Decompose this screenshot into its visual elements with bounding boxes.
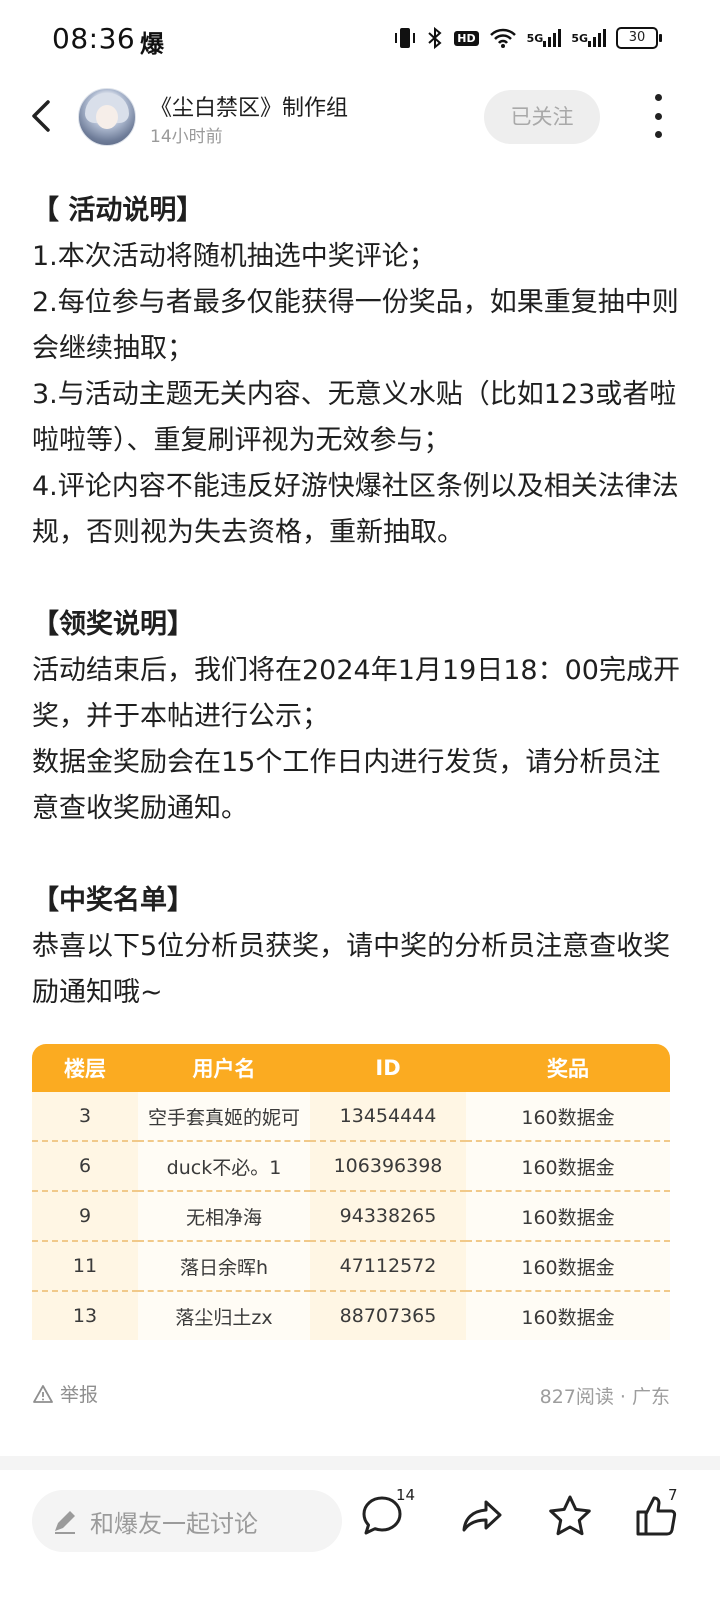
cell-id: 47112572 [310,1242,466,1292]
post-content: 【 活动说明】 1.本次活动将随机抽选中奖评论； 2.每位参与者最多仅能获得一份… [32,188,682,1016]
status-time: 08:36 [52,22,136,55]
warning-triangle-icon [33,1384,53,1403]
like-button[interactable]: 7 [632,1486,688,1548]
col-header-prize: 奖品 [466,1044,670,1092]
post-time: 14小时前 [150,127,223,147]
cell-floor: 6 [32,1142,138,1192]
comment-placeholder: 和爆友一起讨论 [90,1509,258,1538]
battery-icon: 30 [616,27,662,49]
cell-username: 落日余晖h [138,1242,310,1292]
star-icon [549,1495,591,1536]
col-header-id: ID [310,1044,466,1092]
wifi-icon [489,27,517,49]
author-name[interactable]: 《尘白禁区》制作组 [150,90,348,122]
cell-prize: 160数据金 [466,1192,670,1242]
hd-icon: HD [454,30,479,46]
cell-prize: 160数据金 [466,1242,670,1292]
cell-username: 落尘归土zx [138,1292,310,1340]
cell-id: 13454444 [310,1092,466,1142]
avatar-face [96,105,118,129]
post-meta: 827阅读 · 广东 [539,1386,670,1408]
activity-title: 【 活动说明】 [32,195,204,226]
signal-5g-icon-2: 5G [571,28,606,47]
cell-id: 94338265 [310,1192,466,1242]
cell-floor: 11 [32,1242,138,1292]
cell-username: duck不必。1 [138,1142,310,1192]
table-row: 13 落尘归土zx 88707365 160数据金 [32,1292,670,1340]
like-count: 7 [668,1486,678,1504]
cell-floor: 3 [32,1092,138,1142]
network-label: 5G [571,31,588,45]
comment-count: 14 [396,1486,416,1504]
claim-title: 【领奖说明】 [32,609,194,640]
comment-input[interactable]: 和爆友一起讨论 [32,1490,342,1552]
status-bar: 08:36 爆 HD 5G 5G 30 [0,0,720,80]
winners-table: 楼层 用户名 ID 奖品 3 空手套真姬的妮可 13454444 160数据金 … [32,1044,670,1340]
table-row: 9 无相净海 94338265 160数据金 [32,1192,670,1242]
section-divider [0,1456,720,1470]
post-header: 《尘白禁区》制作组 14小时前 已关注 [0,80,720,160]
bluetooth-icon [426,26,444,50]
table-row: 11 落日余晖h 47112572 160数据金 [32,1242,670,1292]
cell-floor: 9 [32,1192,138,1242]
table-header-row: 楼层 用户名 ID 奖品 [32,1044,670,1092]
cell-username: 空手套真姬的妮可 [138,1092,310,1142]
col-header-floor: 楼层 [32,1044,138,1092]
back-arrow-icon [32,100,50,132]
cell-floor: 13 [32,1292,138,1340]
activity-rule: 2.每位参与者最多仅能获得一份奖品，如果重复抽中则会继续抽取； [32,287,679,364]
activity-rule: 3.与活动主题无关内容、无意义水贴（比如123或者啦啦啦等）、重复刷评视为无效参… [32,379,677,456]
share-icon [462,1500,502,1532]
back-button[interactable] [26,96,60,136]
bottom-action-bar: 和爆友一起讨论 14 7 [0,1470,720,1608]
report-button[interactable]: 举报 [32,1380,98,1407]
claim-line: 活动结束后，我们将在2024年1月19日18：00完成开奖，并于本帖进行公示； [32,655,680,732]
table-row: 3 空手套真姬的妮可 13454444 160数据金 [32,1092,670,1142]
winners-title: 【中奖名单】 [32,885,194,916]
col-header-username: 用户名 [138,1044,310,1092]
hot-icon: 爆 [140,30,164,58]
more-vertical-icon[interactable] [646,94,670,138]
cell-prize: 160数据金 [466,1142,670,1192]
comment-button[interactable]: 14 [358,1486,415,1548]
share-button[interactable] [458,1492,514,1548]
winners-intro: 恭喜以下5位分析员获奖，请中奖的分析员注意查收奖励通知哦~ [32,931,671,1008]
cell-username: 无相净海 [138,1192,310,1242]
claim-line: 数据金奖励会在15个工作日内进行发货，请分析员注意查收奖励通知。 [32,747,661,824]
cell-prize: 160数据金 [466,1092,670,1142]
vibrate-icon [394,26,416,50]
activity-rule: 1.本次活动将随机抽选中奖评论； [32,241,436,272]
cell-prize: 160数据金 [466,1292,670,1340]
cell-id: 106396398 [310,1142,466,1192]
pen-icon [55,1511,75,1534]
avatar[interactable] [78,88,136,146]
activity-rule: 4.评论内容不能违反好游快爆社区条例以及相关法律法规，否则视为失去资格，重新抽取… [32,471,679,548]
report-label: 举报 [60,1384,99,1406]
table-row: 6 duck不必。1 106396398 160数据金 [32,1142,670,1192]
status-icons: HD 5G 5G 30 [394,26,662,50]
favorite-button[interactable] [546,1492,602,1548]
cell-id: 88707365 [310,1292,466,1340]
network-label: 5G [526,31,544,45]
follow-button[interactable]: 已关注 [484,90,600,144]
signal-5g-icon-1: 5G [526,28,562,47]
